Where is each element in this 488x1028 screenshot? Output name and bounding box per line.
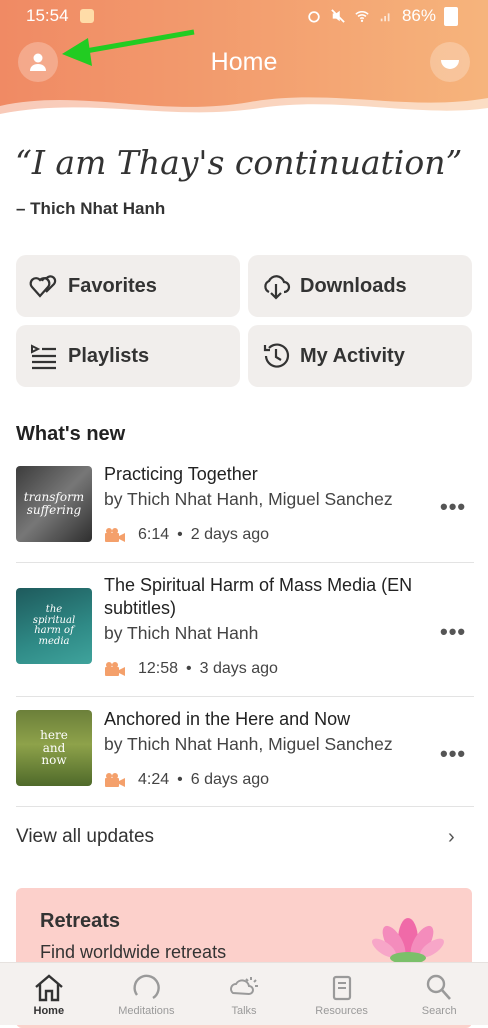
retreats-title: Retreats <box>40 910 121 932</box>
app-notification-icon <box>80 9 94 23</box>
tab-label: Resources <box>315 1005 368 1017</box>
chevron-right-icon[interactable]: › <box>448 826 455 849</box>
more-options-icon[interactable]: ••• <box>440 619 466 645</box>
item-title[interactable]: Practicing Together <box>104 463 414 486</box>
thumbnail-spiritual-harm[interactable]: the spiritual harm of media <box>16 588 92 664</box>
quote-author: – Thich Nhat Hanh <box>16 199 166 218</box>
tab-home[interactable]: Home <box>0 963 98 1025</box>
tab-meditations[interactable]: Meditations <box>98 963 196 1025</box>
bottom-tab-bar: Home Meditations Talks Resources Search <box>0 962 488 1025</box>
my-activity-label: My Activity <box>300 344 405 367</box>
resources-book-icon <box>332 975 351 1001</box>
retreats-subtitle: Find worldwide retreats <box>40 942 227 962</box>
page-title: Home <box>210 48 278 76</box>
search-icon <box>426 974 452 1000</box>
meta-separator: • <box>177 771 183 788</box>
quote-text: “I am Thay's continuation” <box>15 143 463 182</box>
video-icon <box>105 528 125 542</box>
meditation-circle-icon <box>133 974 161 1000</box>
playlists-tile[interactable]: Playlists <box>16 325 240 387</box>
more-options-icon[interactable]: ••• <box>440 494 466 520</box>
item-title[interactable]: The Spiritual Harm of Mass Media (EN sub… <box>104 574 414 620</box>
item-author: by Thich Nhat Hanh, Miguel Sanchez <box>104 489 393 509</box>
tab-resources[interactable]: Resources <box>293 963 391 1025</box>
talks-sun-cloud-icon <box>230 977 258 996</box>
item-meta: 12:58 • 3 days ago <box>104 660 278 678</box>
item-author: by Thich Nhat Hanh <box>104 623 259 643</box>
my-activity-tile[interactable]: My Activity <box>248 325 472 387</box>
alarm-icon <box>308 11 320 23</box>
downloads-label: Downloads <box>300 274 407 297</box>
smile-icon <box>441 60 459 69</box>
playlists-label: Playlists <box>68 344 150 367</box>
tab-search[interactable]: Search <box>390 963 488 1025</box>
favorites-label: Favorites <box>68 274 157 297</box>
item-meta: 6:14 • 2 days ago <box>104 526 269 544</box>
tab-label: Search <box>421 1005 457 1017</box>
header-wave <box>0 97 488 128</box>
thumbnail-text: here and now <box>40 728 68 768</box>
item-author: by Thich Nhat Hanh, Miguel Sanchez <box>104 734 393 754</box>
downloads-tile[interactable]: Downloads <box>248 255 472 317</box>
tab-label: Meditations <box>118 1005 175 1017</box>
thumbnail-here-and-now[interactable]: here and now <box>16 710 92 786</box>
item-age: 3 days ago <box>199 660 278 677</box>
cloud-download-icon <box>264 275 291 300</box>
item-age: 6 days ago <box>190 771 270 788</box>
battery-icon <box>444 6 458 26</box>
thumbnail-text: transform suffering <box>23 490 85 517</box>
thumbnail-practicing-together[interactable]: transform suffering <box>16 466 92 542</box>
battery-percent: 86% <box>401 6 436 25</box>
tab-label: Home <box>33 1005 65 1017</box>
item-title[interactable]: Anchored in the Here and Now <box>104 708 414 731</box>
playlist-icon <box>31 344 56 370</box>
video-icon <box>105 662 125 676</box>
item-meta: 4:24 • 6 days ago <box>104 771 269 789</box>
signal-icon <box>380 13 390 22</box>
item-duration: 4:24 <box>138 771 170 788</box>
mute-icon <box>331 9 345 23</box>
hearts-icon <box>29 275 57 298</box>
history-icon <box>263 343 290 368</box>
wifi-icon <box>355 10 369 22</box>
divider <box>16 696 474 697</box>
divider <box>16 562 474 563</box>
mood-button[interactable] <box>430 42 470 82</box>
item-age: 2 days ago <box>190 526 270 543</box>
status-time: 15:54 <box>26 6 69 25</box>
video-icon <box>105 773 125 787</box>
meta-separator: • <box>177 526 183 543</box>
meta-separator: • <box>186 660 192 677</box>
tab-talks[interactable]: Talks <box>195 963 293 1025</box>
item-duration: 12:58 <box>138 660 179 677</box>
lotus-illustration <box>372 918 444 964</box>
favorites-tile[interactable]: Favorites <box>16 255 240 317</box>
home-icon <box>35 974 63 1002</box>
thumbnail-text: the spiritual harm of media <box>32 604 76 647</box>
view-all-updates-link[interactable]: View all updates <box>16 826 154 848</box>
item-duration: 6:14 <box>138 526 170 543</box>
divider <box>16 806 474 807</box>
tab-label: Talks <box>231 1005 257 1017</box>
more-options-icon[interactable]: ••• <box>440 741 466 767</box>
whats-new-title: What's new <box>16 423 126 445</box>
